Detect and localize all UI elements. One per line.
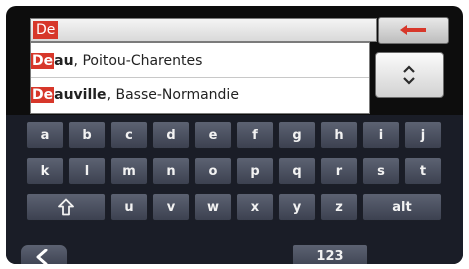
key-i[interactable]: i: [362, 121, 400, 149]
key-q[interactable]: q: [278, 157, 316, 185]
list-item[interactable]: Deauville, Basse-Normandie: [31, 80, 369, 110]
search-input[interactable]: De: [30, 18, 377, 42]
divider: [31, 77, 369, 78]
key-m[interactable]: m: [110, 157, 148, 185]
list-item[interactable]: Deau, Poitou-Charentes: [31, 46, 369, 76]
backspace-button[interactable]: [378, 17, 449, 44]
key-f[interactable]: f: [236, 121, 274, 149]
shift-key[interactable]: [26, 193, 106, 221]
key-w[interactable]: w: [194, 193, 232, 221]
typed-text: De: [33, 21, 59, 39]
key-z[interactable]: z: [320, 193, 358, 221]
key-v[interactable]: v: [152, 193, 190, 221]
key-h[interactable]: h: [320, 121, 358, 149]
expand-results-button[interactable]: [375, 52, 444, 98]
key-e[interactable]: e: [194, 121, 232, 149]
key-t[interactable]: t: [404, 157, 442, 185]
key-c[interactable]: c: [110, 121, 148, 149]
key-l[interactable]: l: [68, 157, 106, 185]
numeric-keyboard-button[interactable]: 123: [292, 244, 368, 264]
key-s[interactable]: s: [362, 157, 400, 185]
onscreen-keyboard: a b c d e f g h i j k l m n o p q r s t …: [6, 115, 463, 264]
shift-up-arrow-icon: [58, 198, 74, 216]
key-d[interactable]: d: [152, 121, 190, 149]
up-down-chevron-icon: [403, 65, 415, 85]
key-p[interactable]: p: [236, 157, 274, 185]
chevron-left-icon: [36, 249, 48, 264]
key-u[interactable]: u: [110, 193, 148, 221]
key-x[interactable]: x: [236, 193, 274, 221]
navigation-device-screen: De Deau, Poitou-Charentes Deauville, Bas…: [6, 6, 463, 264]
key-o[interactable]: o: [194, 157, 232, 185]
key-n[interactable]: n: [152, 157, 190, 185]
results-list: Deau, Poitou-Charentes Deauville, Basse-…: [30, 42, 370, 114]
alt-key[interactable]: alt: [362, 193, 442, 221]
key-r[interactable]: r: [320, 157, 358, 185]
back-button[interactable]: [20, 244, 68, 264]
key-j[interactable]: j: [404, 121, 442, 149]
key-k[interactable]: k: [26, 157, 64, 185]
key-y[interactable]: y: [278, 193, 316, 221]
key-g[interactable]: g: [278, 121, 316, 149]
arrow-left-icon: [400, 25, 426, 35]
key-b[interactable]: b: [68, 121, 106, 149]
key-a[interactable]: a: [26, 121, 64, 149]
